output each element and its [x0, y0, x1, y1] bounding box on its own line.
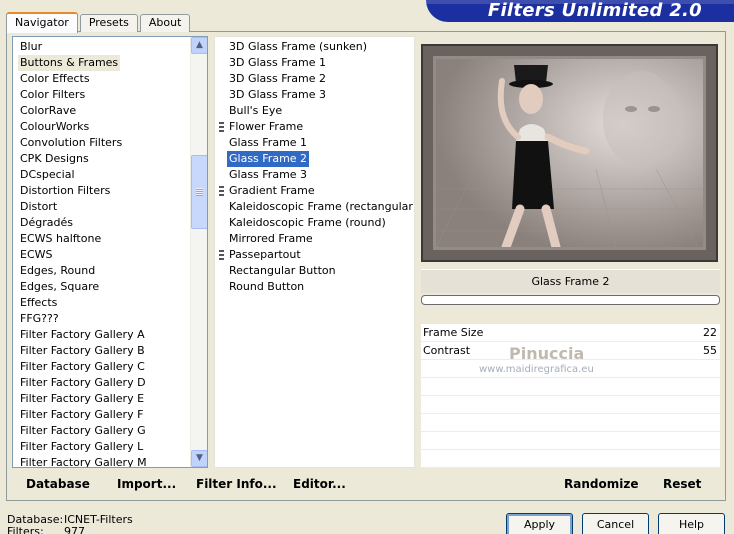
tab-navigator[interactable]: Navigator — [6, 12, 78, 33]
tab-about[interactable]: About — [139, 14, 191, 32]
preview-photo — [436, 59, 703, 247]
filter-item[interactable]: Round Button — [227, 279, 306, 295]
param-row-empty — [421, 450, 720, 468]
category-item[interactable]: Color Filters — [18, 87, 87, 103]
scroll-thumb[interactable] — [191, 155, 207, 229]
category-item[interactable]: Edges, Round — [18, 263, 97, 279]
category-item[interactable]: Color Effects — [18, 71, 92, 87]
watermark-url: www.maidiregrafica.eu — [479, 364, 594, 375]
category-item[interactable]: Filter Factory Gallery D — [18, 375, 148, 391]
category-item[interactable]: Filter Factory Gallery C — [18, 359, 147, 375]
category-item[interactable]: ColourWorks — [18, 119, 91, 135]
category-item[interactable]: Distortion Filters — [18, 183, 112, 199]
filter-item[interactable]: Flower Frame — [227, 119, 305, 135]
filter-info-button[interactable]: Filter Info... — [196, 477, 277, 491]
right-button-bar: Randomize Reset — [421, 470, 720, 498]
filter-item[interactable]: 3D Glass Frame (sunken) — [227, 39, 369, 55]
category-item[interactable]: Filter Factory Gallery E — [18, 391, 146, 407]
filter-item[interactable]: Mirrored Frame — [227, 231, 315, 247]
filter-list[interactable]: 3D Glass Frame (sunken) 3D Glass Frame 13… — [214, 36, 415, 468]
reset-button[interactable]: Reset — [663, 477, 701, 491]
progress-bar — [421, 295, 720, 305]
filter-item[interactable]: Glass Frame 3 — [227, 167, 309, 183]
category-item[interactable]: Filter Factory Gallery L — [18, 439, 145, 455]
left-button-bar: Database Import... Filter Info... Editor… — [12, 470, 416, 498]
param-row-empty — [421, 414, 720, 432]
filters-count-value: 977 — [64, 525, 85, 534]
filter-item[interactable]: Kaleidoscopic Frame (round) — [227, 215, 388, 231]
help-button[interactable]: Help — [658, 513, 725, 534]
preview-image — [433, 56, 706, 250]
filter-item[interactable]: Glass Frame 2 — [227, 151, 310, 167]
category-item[interactable]: ECWS halftone — [18, 231, 103, 247]
filter-item[interactable]: 3D Glass Frame 3 — [227, 87, 328, 103]
scroll-up-button[interactable]: ▲ — [191, 37, 207, 54]
category-item[interactable]: Filter Factory Gallery M — [18, 455, 149, 467]
randomize-button[interactable]: Randomize — [564, 477, 638, 491]
watermark-name: Pinuccia — [509, 344, 585, 363]
category-item[interactable]: Distort — [18, 199, 59, 215]
editor-button[interactable]: Editor... — [293, 477, 346, 491]
category-item[interactable]: Dégradés — [18, 215, 75, 231]
apply-button[interactable]: Apply — [506, 513, 573, 534]
category-item[interactable]: DCspecial — [18, 167, 77, 183]
param-row-empty — [421, 396, 720, 414]
tab-presets[interactable]: Presets — [79, 14, 138, 32]
param-row-empty — [421, 378, 720, 396]
param-label: Contrast — [423, 344, 471, 357]
scroll-down-button[interactable]: ▼ — [191, 450, 207, 467]
database-button[interactable]: Database — [26, 477, 90, 491]
cancel-button[interactable]: Cancel — [582, 513, 649, 534]
import-button[interactable]: Import... — [117, 477, 176, 491]
param-value[interactable]: 55 — [703, 342, 717, 360]
param-value[interactable]: 22 — [703, 324, 717, 342]
filter-item[interactable]: 3D Glass Frame 1 — [227, 55, 328, 71]
filter-item[interactable]: Rectangular Button — [227, 263, 338, 279]
category-item[interactable]: CPK Designs — [18, 151, 91, 167]
category-item[interactable]: Effects — [18, 295, 59, 311]
category-item[interactable]: Blur — [18, 39, 44, 55]
banner-title: Filters Unlimited 2.0 — [487, 0, 702, 21]
category-list[interactable]: Blur Buttons & Frames Color Effects Color F… — [12, 36, 208, 468]
selected-filter-name: Glass Frame 2 — [421, 269, 720, 293]
category-item[interactable]: Convolution Filters — [18, 135, 124, 151]
category-item[interactable]: Edges, Square — [18, 279, 101, 295]
filter-item[interactable]: Passepartout — [227, 247, 303, 263]
param-label: Frame Size — [423, 326, 484, 339]
group-marker-icon — [219, 122, 224, 132]
category-item[interactable]: Filter Factory Gallery G — [18, 423, 148, 439]
filter-item[interactable]: Bull's Eye — [227, 103, 284, 119]
param-row-empty — [421, 432, 720, 450]
group-marker-icon — [219, 250, 224, 260]
title-banner: Filters Unlimited 2.0 — [426, 0, 734, 22]
filter-item[interactable]: Kaleidoscopic Frame (rectangular) — [227, 199, 414, 215]
category-item[interactable]: Buttons & Frames — [18, 55, 121, 71]
filter-item[interactable]: Gradient Frame — [227, 183, 317, 199]
category-item[interactable]: ECWS — [18, 247, 55, 263]
group-marker-icon — [219, 186, 224, 196]
filters-count-label: Filters: — [7, 525, 44, 534]
category-item[interactable]: Filter Factory Gallery B — [18, 343, 147, 359]
category-item[interactable]: ColorRave — [18, 103, 78, 119]
parameter-list: Frame Size 22 Contrast 55 Pinuccia www.m… — [421, 324, 720, 468]
tab-strip: Navigator Presets About — [6, 10, 192, 33]
filter-item[interactable]: 3D Glass Frame 2 — [227, 71, 328, 87]
preview-frame — [421, 44, 718, 262]
category-item[interactable]: FFG??? — [18, 311, 61, 327]
category-item[interactable]: Filter Factory Gallery F — [18, 407, 145, 423]
param-row-frame-size[interactable]: Frame Size 22 — [421, 324, 720, 342]
category-item[interactable]: Filter Factory Gallery A — [18, 327, 147, 343]
category-scrollbar[interactable]: ▲ ▼ — [190, 37, 207, 467]
filter-item[interactable]: Glass Frame 1 — [227, 135, 309, 151]
